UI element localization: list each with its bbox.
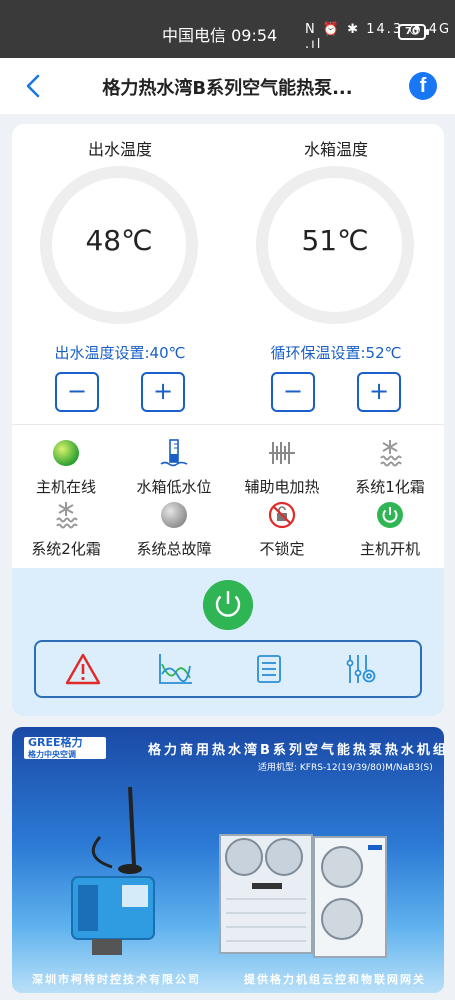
battery-icon: 70 bbox=[398, 24, 429, 40]
gray-ball-icon bbox=[161, 502, 187, 528]
status-bar: 中国电信 09:54 N ⏰ ✱ 14.3 ◔ 4G .ıl 70 bbox=[0, 0, 455, 58]
status-tank-low-water: 水箱低水位 bbox=[120, 438, 228, 497]
nav-bar: 格力热水湾B系列空气能热泵... f bbox=[0, 58, 455, 114]
unlock-icon bbox=[268, 501, 296, 529]
heater-icon bbox=[269, 442, 295, 464]
tank-temp-title: 水箱温度 bbox=[303, 140, 368, 159]
status-label: 系统总故障 bbox=[136, 540, 212, 558]
settings-icon[interactable] bbox=[342, 652, 380, 686]
green-ball-icon bbox=[53, 440, 79, 466]
logo-subtext: 格力中央空调 bbox=[28, 750, 76, 759]
outlet-setpoint-label: 出水温度设置:40℃ bbox=[54, 344, 186, 362]
outlet-temp-title: 出水温度 bbox=[87, 140, 152, 159]
circulation-setpoint-label: 循环保温设置:52℃ bbox=[270, 344, 402, 362]
banner-headline: 格力商用热水湾B系列空气能热泵热水机组 bbox=[148, 743, 444, 758]
status-label: 水箱低水位 bbox=[136, 478, 212, 496]
status-label: 辅助电加热 bbox=[244, 478, 320, 496]
gateway-device-image bbox=[71, 786, 155, 955]
list-icon[interactable] bbox=[250, 652, 288, 686]
outlet-decrease-button[interactable]: − bbox=[55, 372, 99, 412]
circulation-decrease-button[interactable]: − bbox=[271, 372, 315, 412]
status-host-online: 主机在线 bbox=[12, 438, 120, 497]
status-aux-heater: 辅助电加热 bbox=[228, 438, 336, 497]
circulation-increase-button[interactable]: + bbox=[357, 372, 401, 412]
chart-icon[interactable] bbox=[156, 652, 194, 686]
defrost-icon bbox=[380, 440, 402, 467]
tank-temp-value: 51℃ bbox=[301, 224, 369, 257]
defrost-icon bbox=[56, 502, 78, 529]
toolbar bbox=[34, 640, 422, 698]
status-label: 主机在线 bbox=[35, 478, 96, 496]
power-icon bbox=[377, 502, 403, 528]
power-button[interactable] bbox=[203, 580, 253, 630]
facebook-icon[interactable]: f bbox=[409, 72, 437, 100]
divider bbox=[12, 424, 444, 425]
banner-model: 适用机型: KFRS-12(19/39/80)M/NaB3(S) bbox=[258, 763, 433, 773]
status-system-fault: 系统总故障 bbox=[120, 500, 228, 559]
outlet-increase-button[interactable]: + bbox=[141, 372, 185, 412]
status-system1-defrost: 系统1化霜 bbox=[336, 438, 444, 497]
status-icons: N ⏰ ✱ 14.3 ◔ 4G .ıl bbox=[305, 22, 452, 52]
device-card: 出水温度 48℃ 水箱温度 51℃ 出水温度设置:40℃ 循环保温设置:52℃ … bbox=[12, 124, 444, 716]
control-panel bbox=[12, 568, 444, 716]
banner-footer-left: 深圳市柯特时控技术有限公司 bbox=[32, 973, 201, 986]
status-label: 系统1化霜 bbox=[355, 478, 425, 496]
status-host-power-on: 主机开机 bbox=[336, 500, 444, 559]
carrier-time: 中国电信 09:54 bbox=[162, 26, 278, 45]
status-unlocked: 不锁定 bbox=[228, 500, 336, 559]
status-label: 系统2化霜 bbox=[31, 540, 101, 558]
water-level-icon bbox=[160, 439, 188, 467]
logo-text: GREE格力 bbox=[28, 736, 83, 749]
product-banner[interactable]: GREE格力 格力中央空调 格力商用热水湾B系列空气能热泵热水机组 适用机型: … bbox=[12, 727, 444, 993]
outlet-temp-value: 48℃ bbox=[85, 224, 153, 257]
page-title: 格力热水湾B系列空气能热泵... bbox=[102, 78, 353, 99]
status-system2-defrost: 系统2化霜 bbox=[12, 500, 120, 559]
gree-logo: GREE格力 格力中央空调 bbox=[24, 737, 106, 759]
heat-pump-units-image bbox=[219, 834, 387, 958]
banner-footer-right: 提供格力机组云控和物联网网关 bbox=[244, 973, 426, 986]
status-label: 不锁定 bbox=[259, 540, 305, 558]
status-label: 主机开机 bbox=[359, 540, 420, 558]
back-arrow-icon[interactable] bbox=[22, 72, 46, 100]
warning-icon[interactable] bbox=[64, 652, 102, 686]
